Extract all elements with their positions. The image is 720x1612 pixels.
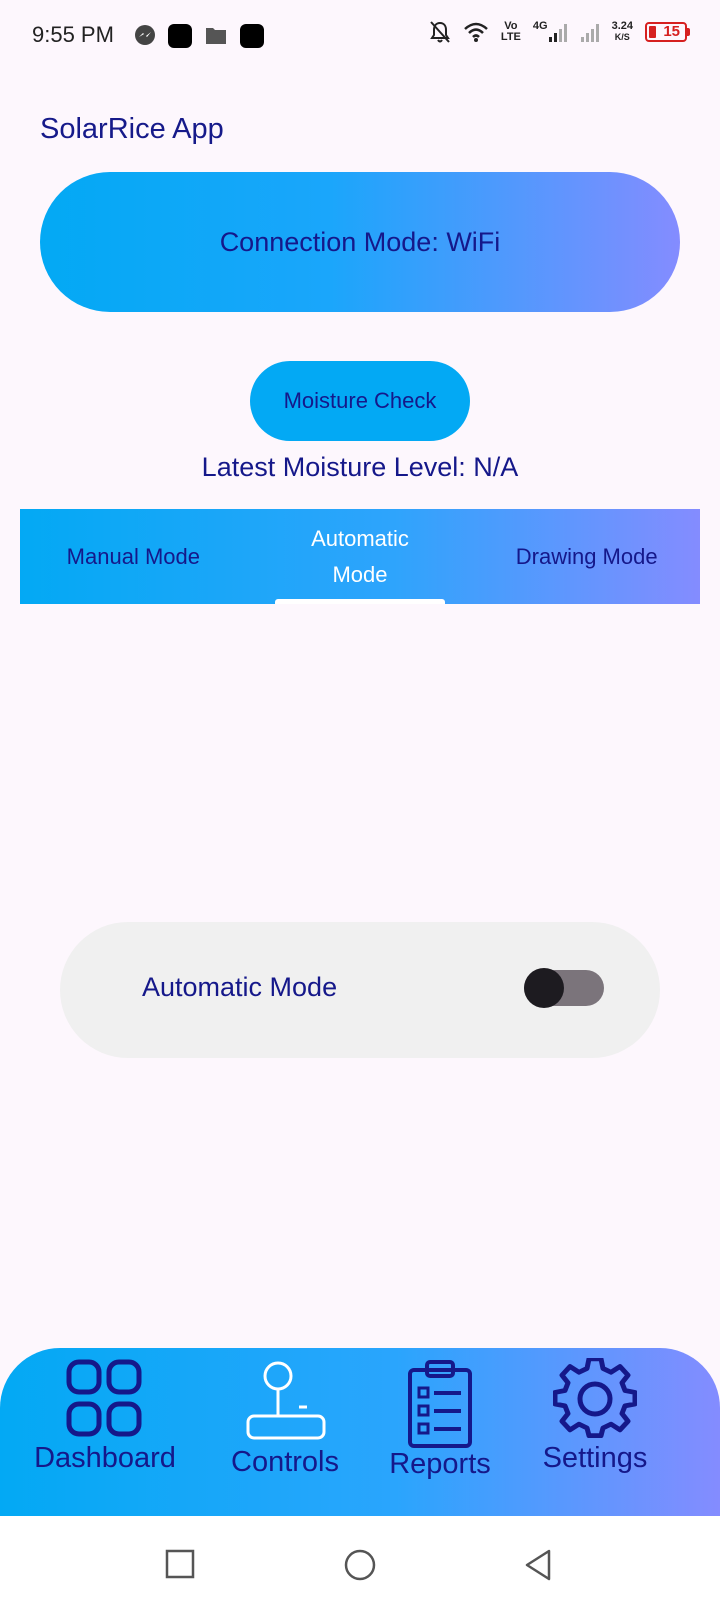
status-icons: Vo LTE 4G 3.24 K/S 15 [429, 20, 690, 44]
latest-moisture-level: Latest Moisture Level: N/A [201, 452, 519, 482]
tab-automatic-mode[interactable]: Automatic Mode [247, 509, 474, 604]
automatic-mode-toggle[interactable] [524, 968, 604, 1008]
gear-icon [553, 1358, 637, 1439]
moisture-check-button[interactable]: Moisture Check [250, 361, 470, 441]
network-speed: 3.24 K/S [611, 20, 633, 43]
connection-mode-button[interactable]: Connection Mode: WiFi [40, 172, 680, 312]
app-notification-icon-2 [240, 24, 264, 48]
status-bar: 9:55 PM Vo LTE 4G 3.24 K/S 15 [0, 0, 720, 74]
active-tab-indicator [275, 599, 445, 604]
clipboard-list-icon [408, 1360, 472, 1448]
folder-icon [206, 28, 226, 44]
app-title: SolarRice App [40, 113, 224, 145]
joystick-icon [246, 1361, 326, 1440]
signal-strength-icon [548, 24, 567, 42]
connection-mode-label: Connection Mode: WiFi [219, 226, 501, 257]
dashboard-grid-icon [66, 1359, 142, 1437]
tab-drawing-mode[interactable]: Drawing Mode [473, 509, 700, 604]
recents-square-icon[interactable] [164, 1548, 196, 1580]
toggle-knob [524, 968, 564, 1008]
nav-reports[interactable]: Reports [355, 1358, 525, 1508]
nav-controls[interactable]: Controls [200, 1358, 370, 1508]
system-navigation-bar [0, 1516, 720, 1612]
signal-strength-icon-2 [580, 24, 599, 42]
battery-indicator: 15 [645, 22, 690, 42]
bottom-navigation: Dashboard Controls Reports Settings [0, 1348, 720, 1516]
wifi-icon [464, 22, 488, 42]
nav-dashboard[interactable]: Dashboard [20, 1358, 190, 1508]
mode-tabs: Manual Mode Automatic Mode Drawing Mode [20, 509, 700, 604]
automatic-mode-card: Automatic Mode [60, 922, 660, 1058]
home-circle-icon[interactable] [343, 1548, 377, 1582]
automatic-mode-label: Automatic Mode [142, 972, 338, 1002]
status-time: 9:55 PM [32, 22, 114, 47]
app-notification-icon [168, 24, 192, 48]
battery-icon: 15 [645, 22, 687, 42]
nav-settings[interactable]: Settings [510, 1358, 680, 1508]
tab-manual-mode[interactable]: Manual Mode [20, 509, 247, 604]
back-triangle-icon[interactable] [522, 1548, 554, 1582]
messenger-icon [135, 25, 155, 45]
volte-indicator: Vo LTE [500, 20, 521, 43]
bell-off-icon [430, 21, 450, 43]
signal-4g: 4G [533, 21, 568, 43]
